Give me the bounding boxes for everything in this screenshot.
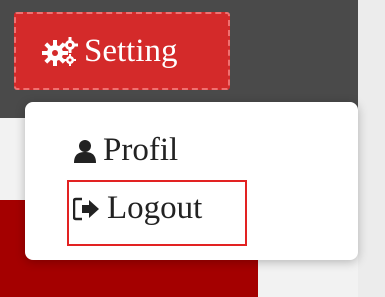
cogs-icon (42, 36, 78, 66)
menu-item-profil[interactable]: Profil (73, 132, 178, 169)
setting-button[interactable]: Setting (14, 12, 230, 90)
user-icon (73, 139, 97, 163)
page-background-right (358, 0, 385, 297)
menu-item-label: Profil (103, 132, 179, 168)
logout-highlight-box (67, 180, 247, 246)
setting-button-label: Setting (84, 32, 178, 69)
